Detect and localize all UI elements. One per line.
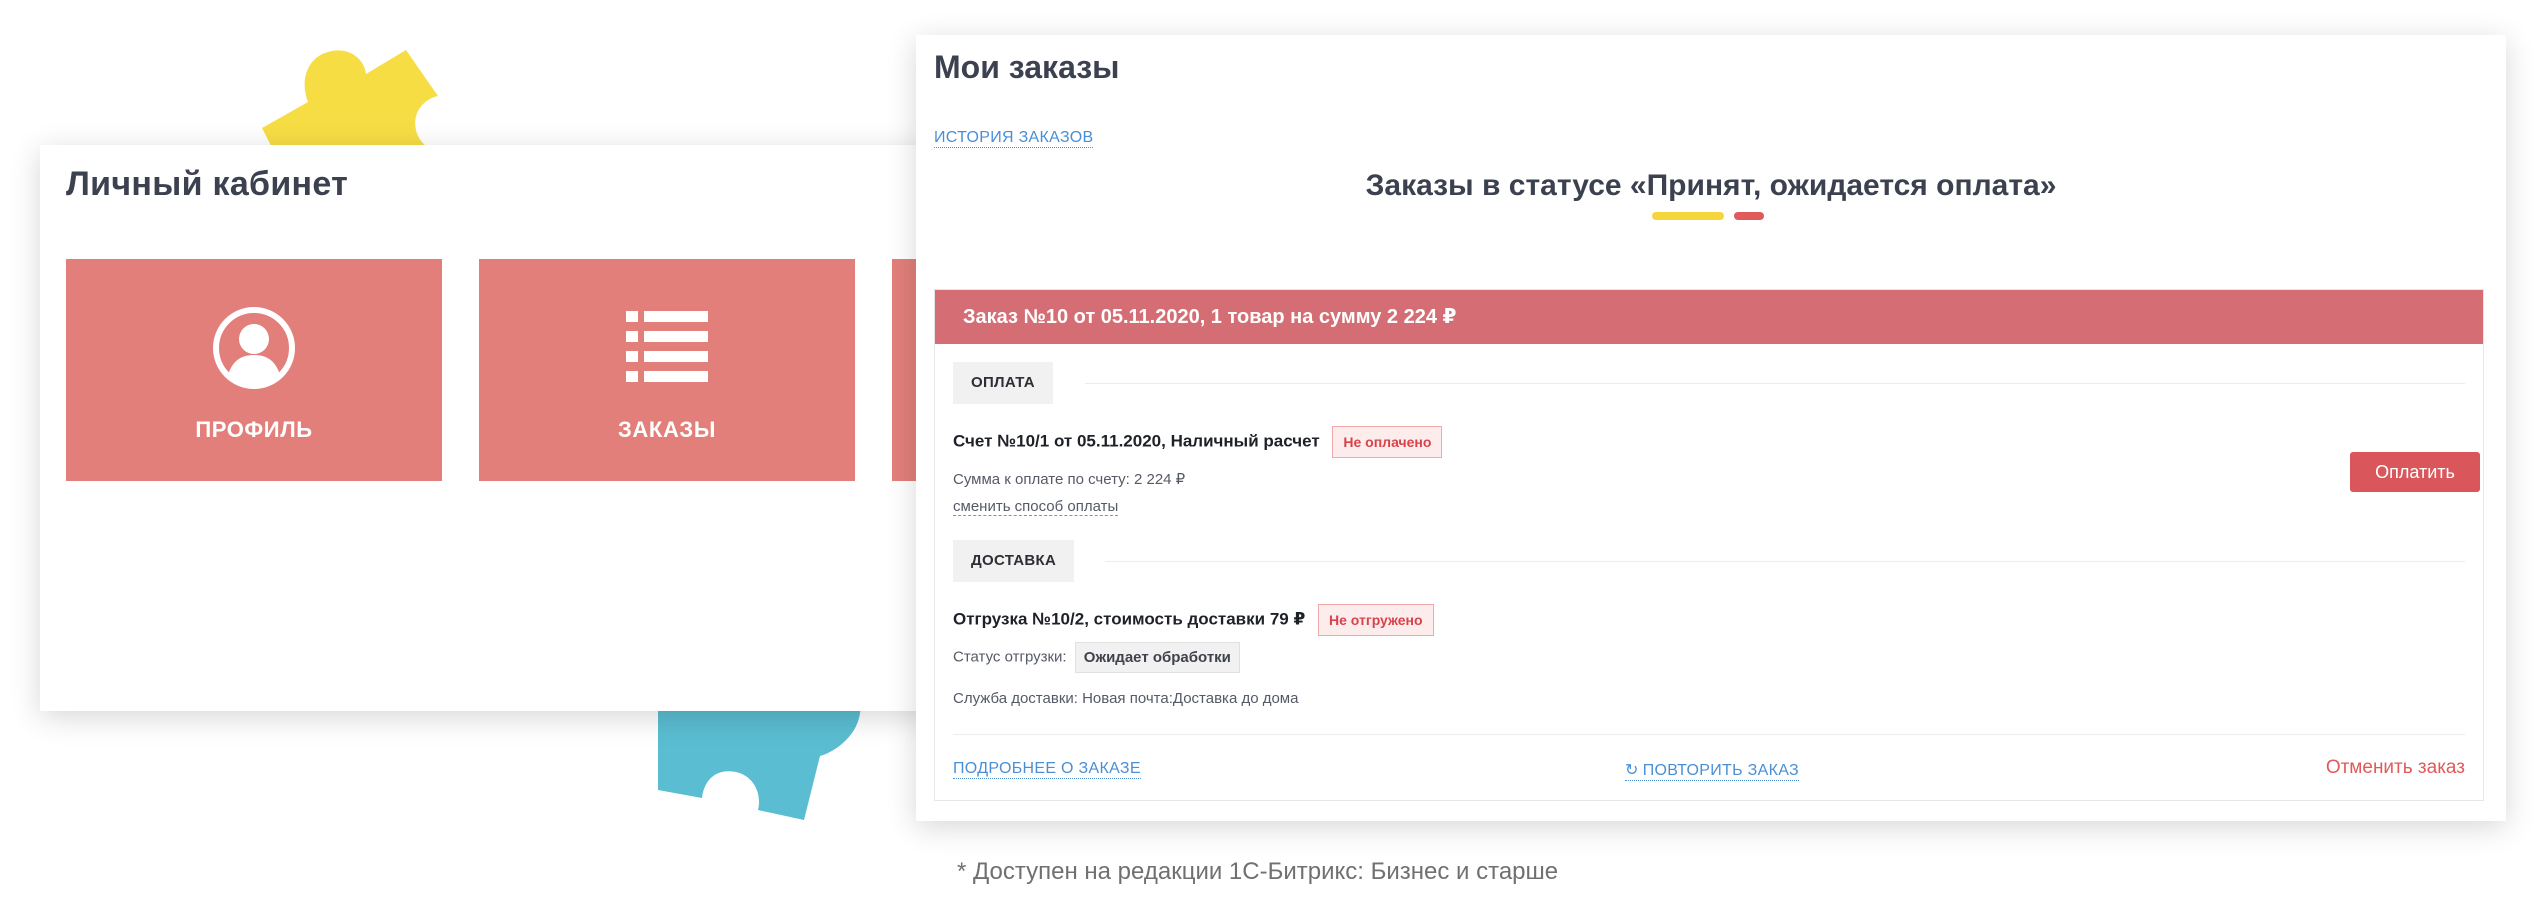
profile-tile[interactable]: ПРОФИЛЬ	[66, 259, 442, 481]
user-circle-icon	[213, 307, 295, 389]
refresh-icon: ↻	[1625, 762, 1639, 779]
list-icon	[626, 311, 708, 382]
repeat-order-link[interactable]: ↻ ПОВТОРИТЬ ЗАКАЗ	[1625, 760, 1799, 781]
order-header: Заказ №10 от 05.11.2020, 1 товар на сумм…	[935, 290, 2483, 344]
invoice-title: Счет №10/1 от 05.11.2020, Наличный расче…	[953, 431, 1320, 451]
orders-title: Мои заказы	[934, 49, 1120, 85]
invoice-status-badge: Не оплачено	[1332, 426, 1443, 458]
invoice-amount: Сумма к оплате по счету: 2 224 ₽	[953, 471, 1186, 488]
order-history-link[interactable]: ИСТОРИЯ ЗАКАЗОВ	[934, 129, 1094, 148]
pay-button[interactable]: Оплатить	[2350, 452, 2480, 492]
shipment-title: Отгрузка №10/2, стоимость доставки 79 ₽	[953, 609, 1306, 629]
heading-accent-yellow	[1652, 212, 1724, 220]
cabinet-title: Личный кабинет	[66, 165, 349, 203]
heading-accent-red	[1734, 212, 1764, 220]
shipment-status-label: Статус отгрузки:	[953, 648, 1067, 666]
cancel-order-link[interactable]: Отменить заказ	[2326, 757, 2465, 779]
profile-tile-label: ПРОФИЛЬ	[195, 417, 313, 442]
order-card: Заказ №10 от 05.11.2020, 1 товар на сумм…	[934, 289, 2484, 801]
delivery-divider	[1105, 561, 2465, 562]
edition-footnote: * Доступен на редакции 1С-Битрикс: Бизне…	[957, 858, 1559, 885]
status-heading: Заказы в статусе «Принят, ожидается опла…	[1365, 169, 2057, 202]
payment-section-label: ОПЛАТА	[953, 362, 1053, 404]
shipment-status-value: Ожидает обработки	[1074, 642, 1240, 673]
delivery-section-label: ДОСТАВКА	[953, 540, 1075, 582]
footer-divider	[953, 734, 2465, 735]
personal-cabinet-card: Личный кабинет ПРОФИЛЬ ЗАКАЗЫ	[40, 145, 940, 711]
invoice-row: Счет №10/1 от 05.11.2020, Наличный расче…	[953, 426, 1443, 458]
shipment-status-badge: Не отгружено	[1318, 604, 1434, 636]
repeat-order-label: ПОВТОРИТЬ ЗАКАЗ	[1642, 762, 1799, 779]
orders-tile[interactable]: ЗАКАЗЫ	[479, 259, 855, 481]
delivery-service: Служба доставки: Новая почта:Доставка до…	[953, 690, 1299, 707]
shipment-status-row: Статус отгрузки: Ожидает обработки	[953, 642, 1240, 673]
orders-tile-label: ЗАКАЗЫ	[618, 417, 716, 442]
change-payment-method-link[interactable]: сменить способ оплаты	[953, 498, 1119, 516]
payment-divider	[1085, 383, 2465, 384]
shipment-row: Отгрузка №10/2, стоимость доставки 79 ₽ …	[953, 604, 1434, 636]
my-orders-panel: Мои заказы ИСТОРИЯ ЗАКАЗОВ Заказы в стат…	[916, 35, 2506, 821]
order-details-link[interactable]: ПОДРОБНЕЕ О ЗАКАЗЕ	[953, 760, 1141, 779]
